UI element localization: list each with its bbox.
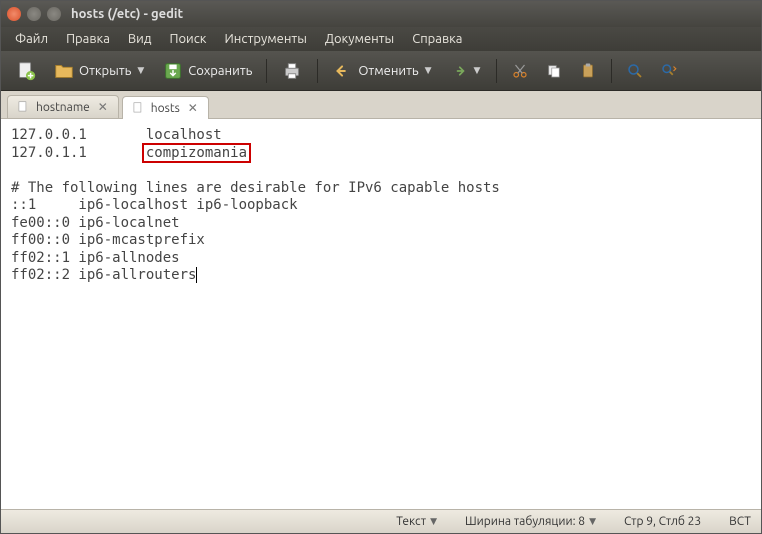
editor-line: ff00::0 ip6-mcastprefix <box>11 232 751 250</box>
editor-line: 127.0.0.1 localhost <box>11 127 751 145</box>
tab-label: hosts <box>151 102 180 115</box>
window-close-button[interactable] <box>7 7 21 21</box>
undo-label: Отменить <box>358 64 418 78</box>
document-icon <box>131 101 145 115</box>
undo-icon <box>332 60 354 82</box>
tab-hostname[interactable]: hostname ✕ <box>7 95 119 118</box>
window-maximize-button[interactable] <box>47 7 61 21</box>
editor-line: ::1 ip6-localhost ip6-loopback <box>11 197 751 215</box>
tab-width-selector[interactable]: Ширина табуляции: 8 ▼ <box>465 515 596 528</box>
window-minimize-button[interactable] <box>27 7 41 21</box>
new-file-icon <box>15 60 37 82</box>
open-dropdown-arrow[interactable]: ▼ <box>135 65 146 76</box>
copy-icon <box>545 62 563 80</box>
search-icon <box>626 62 644 80</box>
open-label: Открыть <box>79 64 131 78</box>
insert-mode[interactable]: ВСТ <box>729 515 751 528</box>
tab-close-icon[interactable]: ✕ <box>96 100 110 114</box>
tab-close-icon[interactable]: ✕ <box>186 101 200 115</box>
syntax-label: Текст <box>396 515 426 528</box>
syntax-mode-selector[interactable]: Текст ▼ <box>396 515 437 528</box>
undo-dropdown-arrow[interactable]: ▼ <box>423 65 434 76</box>
tab-hosts[interactable]: hosts ✕ <box>122 96 209 119</box>
folder-open-icon <box>53 60 75 82</box>
editor-line: ff02::2 ip6-allrouters <box>11 267 751 285</box>
menu-edit[interactable]: Правка <box>58 30 118 48</box>
text-editor[interactable]: 127.0.0.1 localhost127.0.1.1 compizomani… <box>1 119 761 509</box>
editor-line: ff02::1 ip6-allnodes <box>11 250 751 268</box>
find-button[interactable] <box>620 58 650 84</box>
save-icon <box>162 60 184 82</box>
menu-view[interactable]: Вид <box>120 30 160 48</box>
editor-line <box>11 162 751 180</box>
menu-tools[interactable]: Инструменты <box>216 30 314 48</box>
tab-width-label: Ширина табуляции: 8 <box>465 515 585 528</box>
printer-icon <box>281 60 303 82</box>
find-replace-icon <box>660 62 678 80</box>
tab-label: hostname <box>36 101 90 114</box>
menu-help[interactable]: Справка <box>404 30 470 48</box>
editor-line: fe00::0 ip6-localnet <box>11 215 751 233</box>
menu-search[interactable]: Поиск <box>161 30 214 48</box>
cursor-position: Стр 9, Стлб 23 <box>624 515 701 528</box>
titlebar: hosts (/etc) - gedit <box>1 1 761 27</box>
save-button[interactable]: Сохранить <box>156 56 258 86</box>
menu-file[interactable]: Файл <box>7 30 56 48</box>
statusbar: Текст ▼ Ширина табуляции: 8 ▼ Стр 9, Стл… <box>1 509 761 533</box>
new-file-button[interactable] <box>9 56 43 86</box>
tabbar: hostname ✕ hosts ✕ <box>1 91 761 119</box>
find-replace-button[interactable] <box>654 58 684 84</box>
chevron-down-icon: ▼ <box>430 516 437 527</box>
menu-documents[interactable]: Документы <box>317 30 402 48</box>
redo-icon <box>450 62 468 80</box>
print-button[interactable] <box>275 56 309 86</box>
scissors-icon <box>511 62 529 80</box>
redo-dropdown-arrow[interactable]: ▼ <box>472 65 483 76</box>
undo-button[interactable]: Отменить ▼ <box>326 56 439 86</box>
menubar: Файл Правка Вид Поиск Инструменты Докуме… <box>1 27 761 51</box>
open-button[interactable]: Открыть ▼ <box>47 56 152 86</box>
window-title: hosts (/etc) - gedit <box>71 7 183 21</box>
toolbar: Открыть ▼ Сохранить Отменить ▼ ▼ <box>1 51 761 91</box>
save-label: Сохранить <box>188 64 252 78</box>
chevron-down-icon: ▼ <box>589 516 596 527</box>
cut-button[interactable] <box>505 58 535 84</box>
document-icon <box>16 100 30 114</box>
paste-button[interactable] <box>573 58 603 84</box>
copy-button[interactable] <box>539 58 569 84</box>
editor-line: # The following lines are desirable for … <box>11 180 751 198</box>
editor-line: 127.0.1.1 compizomania <box>11 145 751 163</box>
redo-button[interactable]: ▼ <box>444 58 489 84</box>
paste-icon <box>579 62 597 80</box>
